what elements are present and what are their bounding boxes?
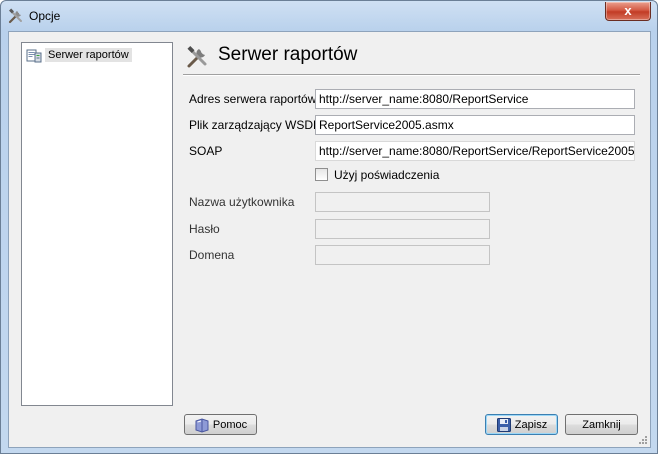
tools-icon bbox=[8, 8, 22, 24]
client-area: Serwer raportów Serwer raportów Adres se… bbox=[8, 31, 651, 448]
report-server-icon bbox=[26, 49, 42, 63]
tree-item-label: Serwer raportów bbox=[45, 48, 132, 62]
resize-grip-icon[interactable] bbox=[638, 435, 648, 445]
save-button-label: Zapisz bbox=[514, 418, 548, 431]
use-credentials-label[interactable]: Użyj poświadczenia bbox=[334, 168, 439, 182]
floppy-disk-icon bbox=[496, 417, 511, 432]
password-label: Hasło bbox=[189, 222, 220, 236]
wsdl-file-input[interactable]: ReportService2005.asmx bbox=[315, 115, 635, 135]
options-tree[interactable]: Serwer raportów bbox=[21, 42, 173, 406]
close-icon: x bbox=[624, 3, 632, 18]
save-button[interactable]: Zapisz bbox=[485, 414, 558, 435]
report-server-address-label: Adres serwera raportów bbox=[189, 92, 317, 106]
domain-label: Domena bbox=[189, 248, 235, 262]
tools-icon bbox=[187, 45, 207, 68]
panel-title: Serwer raportów bbox=[218, 44, 358, 65]
password-input[interactable] bbox=[315, 219, 490, 239]
close-button[interactable]: Zamknij bbox=[565, 414, 638, 435]
soap-field[interactable]: http://server_name:8080/ReportService/Re… bbox=[315, 141, 635, 161]
soap-label: SOAP bbox=[189, 144, 223, 158]
help-button[interactable]: Pomoc bbox=[184, 414, 257, 435]
username-input[interactable] bbox=[315, 192, 490, 212]
wsdl-file-label: Plik zarządzający WSDL bbox=[189, 118, 320, 132]
help-book-icon bbox=[195, 417, 209, 433]
window-close-button[interactable]: x bbox=[605, 2, 651, 21]
title-divider bbox=[183, 74, 640, 76]
title-bar[interactable]: Opcje x bbox=[1, 1, 657, 31]
help-button-label: Pomoc bbox=[212, 418, 248, 431]
tree-item-report-server[interactable]: Serwer raportów bbox=[26, 46, 132, 64]
window-title: Opcje bbox=[29, 9, 61, 23]
use-credentials-checkbox[interactable] bbox=[315, 168, 328, 181]
options-window: Opcje x Serwer raportów Serwer raportów … bbox=[0, 0, 658, 454]
domain-input[interactable] bbox=[315, 245, 490, 265]
close-button-label: Zamknij bbox=[582, 418, 621, 431]
username-label: Nazwa użytkownika bbox=[189, 195, 295, 209]
report-server-address-input[interactable]: http://server_name:8080/ReportService bbox=[315, 89, 635, 109]
